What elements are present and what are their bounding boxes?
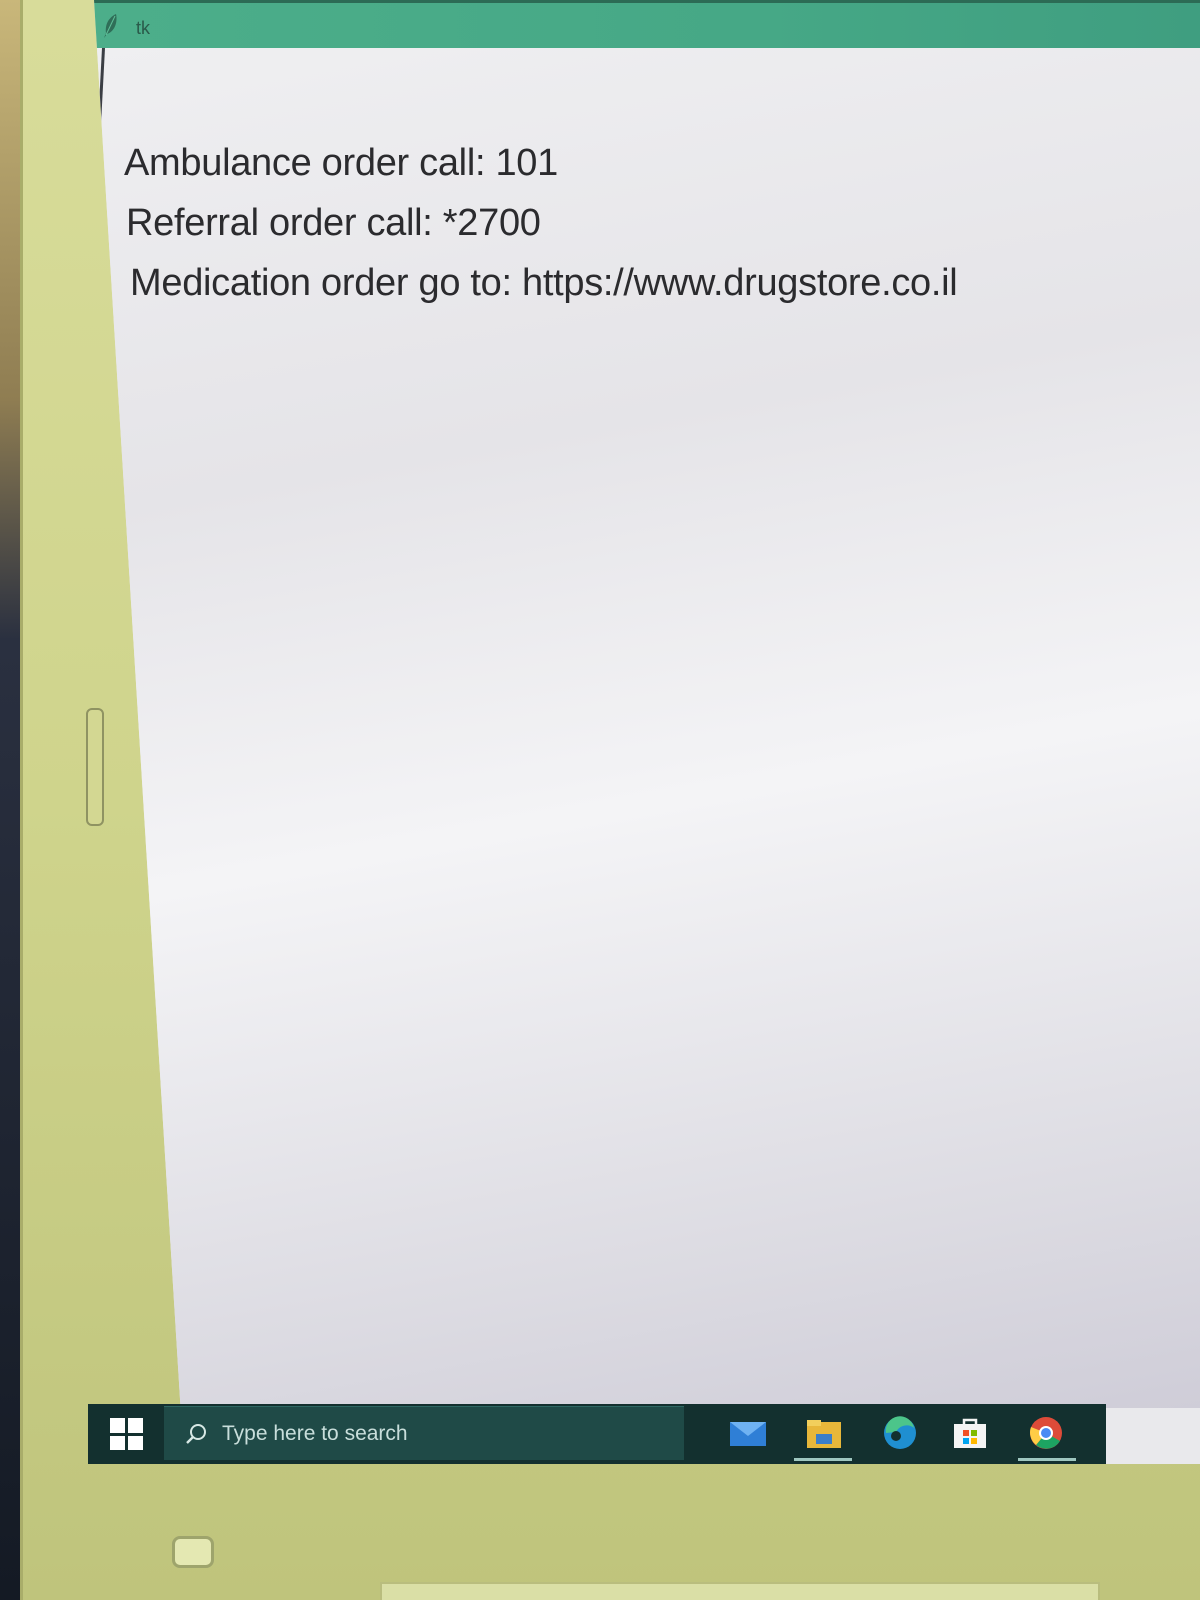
window-title: tk bbox=[136, 18, 151, 38]
file-explorer-icon[interactable] bbox=[804, 1414, 844, 1452]
medication-order-label: Medication order go to: https://www.drug… bbox=[130, 262, 958, 304]
edge-icon[interactable] bbox=[880, 1414, 920, 1452]
monitor-stand bbox=[380, 1582, 1100, 1600]
search-placeholder: Type here to search bbox=[222, 1422, 408, 1445]
explorer-running-indicator bbox=[794, 1458, 852, 1461]
search-icon bbox=[186, 1424, 206, 1444]
bezel-notch bbox=[86, 708, 104, 826]
window-titlebar[interactable]: tk bbox=[94, 0, 1200, 48]
taskbar: Type here to search bbox=[88, 1404, 1106, 1464]
taskbar-search-input[interactable]: Type here to search bbox=[164, 1406, 684, 1460]
referral-order-label: Referral order call: *2700 bbox=[126, 202, 541, 244]
ambulance-order-label: Ambulance order call: 101 bbox=[124, 142, 558, 184]
tk-feather-icon bbox=[104, 14, 117, 38]
store-icon[interactable] bbox=[950, 1414, 990, 1452]
screen: tk Ambulance order call: 101 Referral or… bbox=[94, 0, 1200, 1464]
chrome-icon[interactable] bbox=[1026, 1414, 1066, 1452]
windows-start-icon[interactable] bbox=[110, 1418, 144, 1450]
mail-icon[interactable] bbox=[728, 1414, 768, 1452]
monitor-power-button bbox=[172, 1536, 214, 1568]
window-client-area: Ambulance order call: 101 Referral order… bbox=[94, 48, 1200, 1408]
chrome-running-indicator bbox=[1018, 1458, 1076, 1461]
